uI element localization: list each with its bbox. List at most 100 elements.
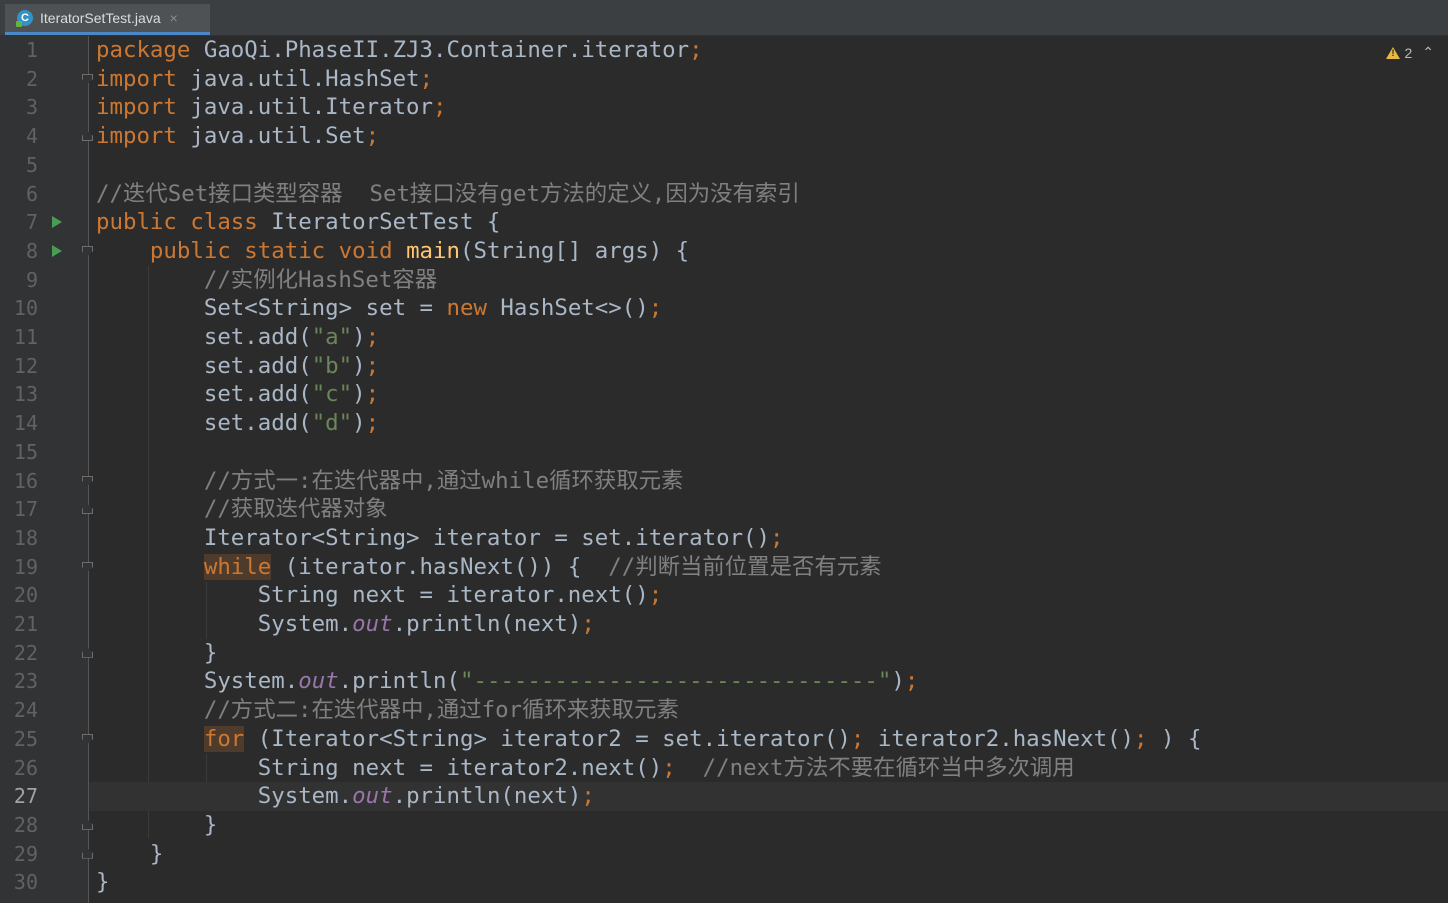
code-text: Set<String> set = new HashSet<>(); bbox=[96, 294, 662, 323]
code-line[interactable]: 15 bbox=[0, 438, 1448, 467]
code-token: .println( bbox=[338, 668, 460, 695]
code-text: //方式二:在迭代器中,通过for循环来获取元素 bbox=[96, 696, 679, 725]
code-line[interactable]: 29 } bbox=[0, 840, 1448, 869]
code-token: (Iterator<String> iterator2 = set.iterat… bbox=[244, 725, 851, 752]
fold-marker-icon[interactable] bbox=[82, 504, 93, 515]
code-line[interactable]: 4 import java.util.Set; bbox=[0, 122, 1448, 151]
code-token: IteratorSetTest { bbox=[271, 209, 501, 236]
line-number: 29 bbox=[13, 841, 38, 866]
code-line[interactable]: 3 import java.util.Iterator; bbox=[0, 93, 1448, 122]
code-text: //获取迭代器对象 bbox=[96, 495, 388, 524]
line-number: 15 bbox=[13, 439, 38, 464]
line-number: 4 bbox=[25, 124, 38, 149]
code-token: package bbox=[96, 37, 204, 63]
code-token: //方式二:在迭代器中,通过for循环来获取元素 bbox=[203, 697, 679, 724]
code-token: //获取迭代器对象 bbox=[203, 496, 388, 523]
code-line[interactable]: 30} bbox=[0, 868, 1448, 897]
code-line[interactable]: 2 import java.util.HashSet; bbox=[0, 65, 1448, 94]
code-line[interactable]: 10 Set<String> set = new HashSet<>(); bbox=[0, 294, 1448, 323]
code-text: String next = iterator2.next(); //next方法… bbox=[96, 754, 1075, 783]
code-token: java.util.Set bbox=[190, 123, 366, 150]
code-line[interactable]: 27 System.out.println(next); bbox=[0, 782, 1448, 811]
code-token: ; bbox=[648, 582, 663, 609]
inspection-widget[interactable]: 2 ⌃ bbox=[1386, 44, 1434, 61]
code-token: "c" bbox=[311, 381, 353, 408]
code-line[interactable]: 21 System.out.println(next); bbox=[0, 610, 1448, 639]
code-token: public class bbox=[96, 209, 272, 236]
code-token: ) bbox=[891, 668, 905, 695]
tab-iteratorsettest[interactable]: C IteratorSetTest.java × bbox=[5, 4, 210, 35]
code-line[interactable]: 17 //获取迭代器对象 bbox=[0, 495, 1448, 524]
run-gutter-icon[interactable] bbox=[52, 216, 62, 229]
code-line[interactable]: 9 //实例化HashSet容器 bbox=[0, 266, 1448, 295]
close-tab-icon[interactable]: × bbox=[170, 10, 178, 26]
code-token: "d" bbox=[311, 410, 353, 437]
java-class-icon: C bbox=[16, 10, 33, 27]
code-line[interactable]: 13 set.add("c"); bbox=[0, 380, 1448, 409]
fold-marker-icon[interactable] bbox=[82, 73, 93, 84]
code-text: } bbox=[96, 811, 218, 840]
code-token: ; bbox=[770, 524, 784, 551]
code-line[interactable]: 7 public class IteratorSetTest { bbox=[0, 208, 1448, 237]
line-number: 2 bbox=[25, 66, 38, 91]
fold-marker-icon[interactable] bbox=[82, 131, 93, 142]
line-number: 9 bbox=[25, 267, 38, 292]
code-line[interactable]: 22 } bbox=[0, 639, 1448, 668]
code-line[interactable]: 11 set.add("a"); bbox=[0, 323, 1448, 352]
code-line[interactable]: 20 String next = iterator.next(); bbox=[0, 581, 1448, 610]
warning-count: 2 bbox=[1404, 44, 1413, 61]
fold-marker-icon[interactable] bbox=[82, 245, 93, 256]
code-line[interactable]: 28 } bbox=[0, 811, 1448, 840]
code-token: ) bbox=[352, 381, 366, 408]
run-gutter-icon[interactable] bbox=[52, 244, 62, 257]
chevron-up-icon[interactable]: ⌃ bbox=[1422, 44, 1434, 61]
line-number: 18 bbox=[13, 525, 38, 550]
code-token: set.add( bbox=[96, 324, 312, 350]
code-line[interactable]: 18 Iterator<String> iterator = set.itera… bbox=[0, 524, 1448, 553]
code-line[interactable]: 6 //迭代Set接口类型容器 Set接口没有get方法的定义,因为没有索引 bbox=[0, 180, 1448, 209]
code-line[interactable]: 26 String next = iterator2.next(); //nex… bbox=[0, 754, 1448, 783]
code-token: GaoQi.PhaseII.ZJ3.Container.iterator bbox=[203, 37, 690, 63]
code-token: ; bbox=[419, 65, 434, 92]
code-line[interactable]: 25 for (Iterator<String> iterator2 = set… bbox=[0, 725, 1448, 754]
fold-marker-icon[interactable] bbox=[82, 733, 93, 744]
code-line[interactable]: 24 //方式二:在迭代器中,通过for循环来获取元素 bbox=[0, 696, 1448, 725]
code-token: main bbox=[406, 237, 460, 264]
code-line[interactable]: 12 set.add("b"); bbox=[0, 352, 1448, 381]
code-text: System.out.println(next); bbox=[96, 782, 595, 811]
code-token: import bbox=[96, 65, 191, 92]
fold-marker-icon[interactable] bbox=[82, 647, 93, 658]
code-token: ) bbox=[352, 410, 366, 437]
code-token: new bbox=[446, 295, 501, 322]
line-number: 30 bbox=[13, 870, 38, 895]
code-token: System. bbox=[96, 783, 353, 810]
fold-marker-icon[interactable] bbox=[82, 848, 93, 859]
code-line[interactable]: 14 set.add("d"); bbox=[0, 409, 1448, 438]
code-line[interactable]: 16 //方式一:在迭代器中,通过while循环获取元素 bbox=[0, 467, 1448, 496]
code-line[interactable]: 23 System.out.println("-----------------… bbox=[0, 667, 1448, 696]
code-line[interactable]: 1 package GaoQi.PhaseII.ZJ3.Container.ite… bbox=[0, 36, 1448, 65]
code-token: //next方法不要在循环当中多次调用 bbox=[702, 754, 1075, 781]
code-token: import bbox=[96, 94, 191, 121]
code-token: System. bbox=[96, 611, 353, 637]
fold-marker-icon[interactable] bbox=[82, 561, 93, 572]
line-number: 21 bbox=[13, 612, 38, 636]
code-token: java.util.Iterator bbox=[190, 94, 434, 121]
code-token: //方式一:在迭代器中,通过while循环获取元素 bbox=[203, 467, 684, 494]
code-line[interactable]: 19 while (iterator.hasNext()) { //判断当前位置… bbox=[0, 553, 1448, 582]
code-token: ; bbox=[365, 123, 380, 150]
fold-marker-icon[interactable] bbox=[82, 475, 93, 486]
code-text: import java.util.Set; bbox=[96, 122, 379, 151]
code-token: ; bbox=[433, 94, 447, 121]
code-token: Iterator<String> iterator = set.iterator… bbox=[96, 524, 771, 551]
code-line[interactable]: 5 bbox=[0, 151, 1448, 180]
code-token: out bbox=[298, 668, 339, 695]
code-line[interactable]: 8 public static void main(String[] args)… bbox=[0, 237, 1448, 266]
code-token: while bbox=[203, 553, 272, 580]
code-token: (String[] args) { bbox=[459, 237, 690, 264]
code-text: set.add("c"); bbox=[96, 380, 379, 409]
fold-marker-icon[interactable] bbox=[82, 819, 93, 830]
